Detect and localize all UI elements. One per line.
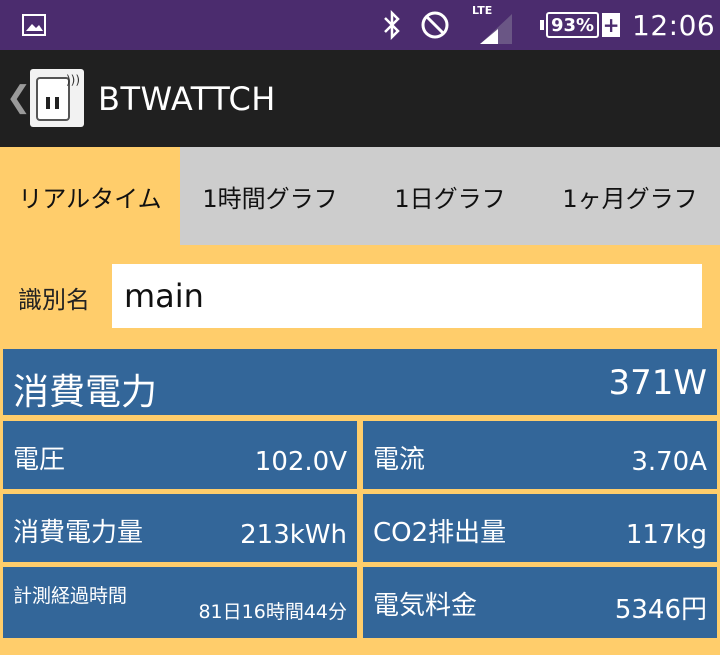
power-consumption-value: 371W xyxy=(608,363,707,403)
lte-label: LTE xyxy=(472,4,493,17)
co2-cell: CO2排出量 117kg xyxy=(363,494,717,562)
elapsed-time-cell: 計測経過時間 81日16時間44分 xyxy=(3,567,357,638)
identifier-label: 識別名 xyxy=(18,286,90,314)
identifier-row: 識別名 xyxy=(0,264,720,328)
tab-bar: リアルタイム 1時間グラフ 1日グラフ 1ヶ月グラフ xyxy=(0,147,720,245)
status-bar: LTE 93% + 12:06 xyxy=(0,0,720,50)
current-label: 電流 xyxy=(373,445,426,475)
back-chevron-icon[interactable]: ❮ xyxy=(6,80,31,115)
voltage-value: 102.0V xyxy=(254,447,347,477)
battery-percent: 93% xyxy=(546,12,600,38)
electricity-cost-value: 5346円 xyxy=(614,595,707,625)
app-bar: ❮ ))) BTWATTCH xyxy=(0,50,720,147)
voltage-cell: 電圧 102.0V xyxy=(3,421,357,489)
app-title: BTWATTCH xyxy=(98,80,276,118)
energy-value: 213kWh xyxy=(240,520,347,550)
energy-label: 消費電力量 xyxy=(13,518,144,548)
tab-monthly-graph[interactable]: 1ヶ月グラフ xyxy=(540,147,720,245)
current-value: 3.70A xyxy=(631,447,707,477)
power-consumption-cell: 消費電力 371W xyxy=(3,349,717,415)
power-consumption-label: 消費電力 xyxy=(13,372,158,413)
bluetooth-icon xyxy=(382,0,402,50)
co2-label: CO2排出量 xyxy=(373,518,507,548)
voltage-label: 電圧 xyxy=(13,445,66,475)
app-logo-icon[interactable]: ))) xyxy=(30,69,84,127)
energy-cell: 消費電力量 213kWh xyxy=(3,494,357,562)
battery-indicator: 93% + xyxy=(540,0,621,50)
battery-cap xyxy=(540,20,544,30)
tab-hourly-graph[interactable]: 1時間グラフ xyxy=(180,147,360,245)
elapsed-time-value: 81日16時間44分 xyxy=(198,601,347,623)
do-not-disturb-icon xyxy=(420,0,450,50)
tab-realtime[interactable]: リアルタイム xyxy=(0,147,180,245)
identifier-input[interactable] xyxy=(112,264,702,328)
elapsed-time-label: 計測経過時間 xyxy=(13,585,128,607)
electricity-cost-cell: 電気料金 5346円 xyxy=(363,567,717,638)
tab-daily-graph[interactable]: 1日グラフ xyxy=(360,147,540,245)
current-cell: 電流 3.70A xyxy=(363,421,717,489)
clock: 12:06 xyxy=(632,8,716,42)
charging-icon: + xyxy=(602,13,621,37)
co2-value: 117kg xyxy=(625,520,707,550)
electricity-cost-label: 電気料金 xyxy=(373,591,478,621)
image-notification-icon xyxy=(22,0,46,50)
lte-signal-icon: LTE xyxy=(470,0,514,50)
